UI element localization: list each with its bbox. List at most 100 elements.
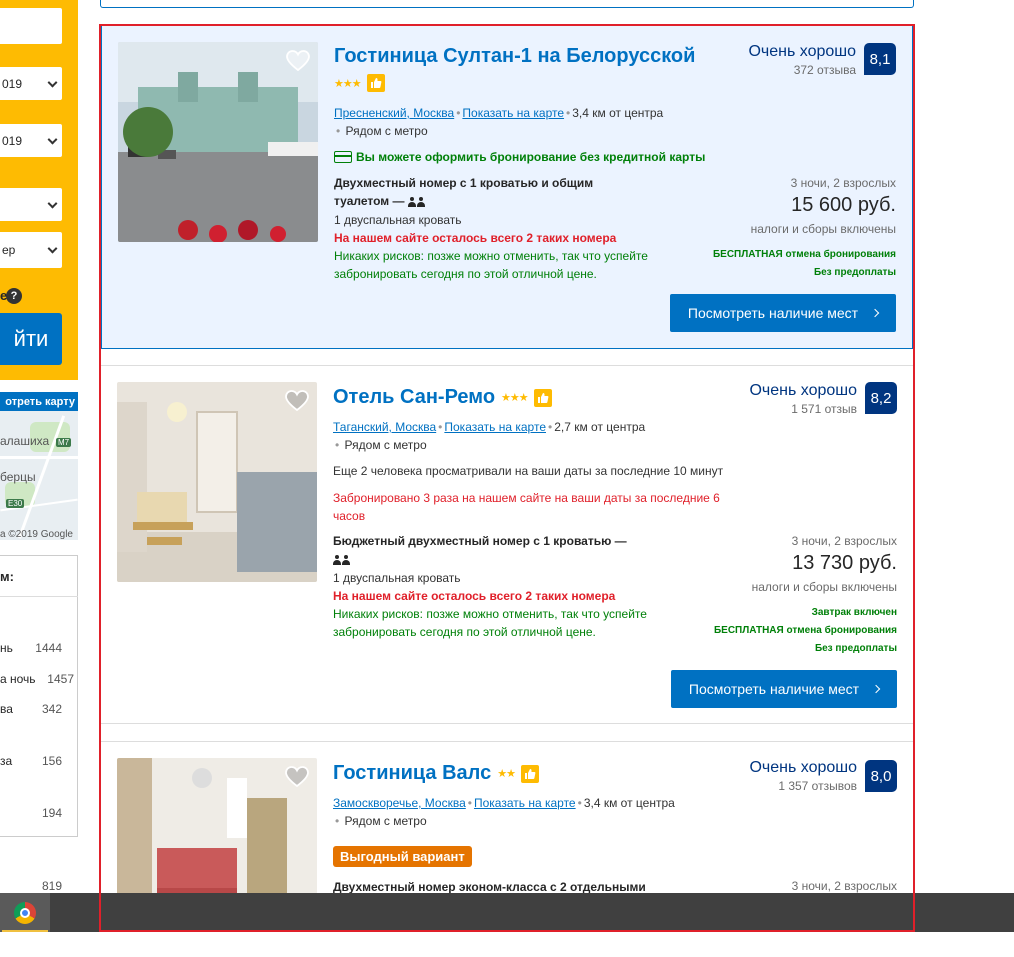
filter-option[interactable]: ва 342 <box>0 702 66 716</box>
show-map-button[interactable]: отреть карту <box>0 392 78 411</box>
taskbar <box>0 893 1014 932</box>
sidebar: 019 019 ер е ? йти отреть карту алашиха … <box>0 0 78 893</box>
checkout-date-value: 019 <box>2 133 23 148</box>
hotel-photo[interactable] <box>117 382 317 582</box>
hotel-title-row: Гостиница Султан-1 на Белорусской <box>334 45 695 68</box>
destination-input[interactable] <box>0 8 62 44</box>
perk-free-cancellation: БЕСПЛАТНАЯ отмена бронирования <box>713 625 897 636</box>
no-risk-message: Никаких рисков: позже можно отменить, та… <box>334 249 648 281</box>
heart-icon[interactable] <box>285 766 309 788</box>
guests-select[interactable]: ер <box>0 232 62 268</box>
hotel-card[interactable]: Гостиница Султан-1 на Белорусской ★★★ Пр… <box>101 25 913 349</box>
room-name-text: Двухместный номер с 1 кроватью и общим <box>334 176 594 190</box>
stay-length: 3 ночи, 2 взрослых <box>790 176 896 190</box>
separator-dot: • <box>336 124 341 138</box>
chrome-taskbar-button[interactable] <box>0 893 50 932</box>
see-availability-label: Посмотреть наличие мест <box>687 305 859 321</box>
map-widget[interactable]: отреть карту алашиха M7 берцы E30 а ©201… <box>0 392 78 540</box>
chrome-icon <box>14 901 36 924</box>
map-road-badge: M7 <box>56 438 72 447</box>
heart-icon[interactable] <box>285 390 309 412</box>
show-on-map-link[interactable]: Показать на карте <box>474 796 576 810</box>
scarcity-message: На нашем сайте осталось всего 2 таких но… <box>334 231 617 245</box>
no-credit-card-note: Вы можете оформить бронирование без кред… <box>334 150 705 164</box>
review-score-badge[interactable]: 8,2 <box>865 382 897 414</box>
filter-option[interactable]: за 156 <box>0 754 66 768</box>
room-name: Бюджетный двухместный номер с 1 кроватью… <box>333 532 643 568</box>
divider <box>0 596 78 597</box>
show-on-map-link[interactable]: Показать на карте <box>462 106 564 120</box>
hotel-name-link[interactable]: Гостиница Султан-1 на Белорусской <box>334 45 695 68</box>
sort-bar <box>100 0 914 8</box>
district-link[interactable]: Таганский, Москва <box>333 420 436 434</box>
see-availability-label: Посмотреть наличие мест <box>688 681 860 697</box>
occupancy-icon <box>333 554 350 565</box>
question-icon[interactable]: ? <box>6 288 22 304</box>
filter-option-count: 1457 <box>47 672 74 686</box>
star-rating-icon: ★★★ <box>501 392 529 404</box>
search-button[interactable]: йти <box>0 313 62 365</box>
heart-icon[interactable] <box>286 50 310 72</box>
location-row: Таганский, Москва • Показать на карте • 2,7 … <box>333 420 645 434</box>
distance-text: 3,4 км от центра <box>583 796 675 810</box>
chevron-down-icon <box>47 134 58 145</box>
review-score-word[interactable]: Очень хорошо <box>749 382 857 400</box>
hotel-photo[interactable] <box>118 42 318 242</box>
perk-no-prepayment: Без предоплаты <box>813 267 896 278</box>
perk-no-prepayment: Без предоплаты <box>814 643 897 654</box>
metro-row: • Рядом с метро <box>333 438 427 452</box>
taxes-note: налоги и сборы включены <box>750 222 896 236</box>
show-on-map-link[interactable]: Показать на карте <box>444 420 546 434</box>
map-copyright: а ©2019 Google <box>0 529 73 540</box>
district-link[interactable]: Замоскворечье, Москва <box>333 796 466 810</box>
location-row: Пресненский, Москва • Показать на карте • 3,… <box>334 106 663 120</box>
taxes-note: налоги и сборы включены <box>751 580 897 594</box>
thumbs-up-icon[interactable] <box>533 388 552 407</box>
review-score-badge[interactable]: 8,0 <box>865 760 897 792</box>
chevron-right-icon <box>870 308 880 318</box>
filter-option-label: ва <box>0 702 13 716</box>
credit-card-icon <box>334 151 352 163</box>
filter-box: м: нь 1444 а ночь 1457 ва 342 за 156 194 <box>0 555 78 837</box>
district-link[interactable]: Пресненский, Москва <box>334 106 454 120</box>
review-score-word[interactable]: Очень хорошо <box>748 43 856 61</box>
price: 15 600 руб. <box>791 194 896 216</box>
distance-text: 3,4 км от центра <box>572 106 664 120</box>
hotel-name-link[interactable]: Отель Сан-Ремо <box>333 386 495 409</box>
checkin-date-select[interactable]: 019 <box>0 67 62 100</box>
review-score-word[interactable]: Очень хорошо <box>749 759 857 777</box>
guests-value: ер <box>2 243 16 257</box>
metro-text: Рядом с метро <box>344 814 427 828</box>
checkout-date-select[interactable]: 019 <box>0 124 62 157</box>
hotel-name-link[interactable]: Гостиница Валс <box>333 762 491 785</box>
active-indicator <box>2 930 48 932</box>
chevron-down-icon <box>47 198 58 209</box>
bed-type: 1 двуспальная кровать <box>334 213 462 227</box>
separator-dot: • <box>335 814 340 828</box>
see-availability-button[interactable]: Посмотреть наличие мест <box>671 670 897 708</box>
thumbs-up-icon[interactable] <box>366 74 385 92</box>
filter-option-count: 194 <box>41 806 62 820</box>
thumbs-up-icon[interactable] <box>520 764 539 783</box>
separator-dot: • <box>456 106 461 120</box>
metro-text: Рядом с метро <box>345 124 428 138</box>
see-availability-button[interactable]: Посмотреть наличие мест <box>670 294 896 332</box>
bed-type: 1 двуспальная кровать <box>333 571 461 585</box>
recent-viewers: Еще 2 человека просматривали на ваши дат… <box>333 464 724 478</box>
nights-select[interactable] <box>0 188 62 221</box>
separator-dot: • <box>577 796 582 810</box>
filter-option[interactable]: а ночь 1457 <box>0 672 74 686</box>
map-road <box>0 456 78 459</box>
review-score-badge[interactable]: 8,1 <box>864 43 896 75</box>
no-credit-card-text: Вы можете оформить бронирование без кред… <box>356 150 706 164</box>
star-rating-icon: ★★★ <box>334 77 362 90</box>
scarcity-message: На нашем сайте осталось всего 2 таких но… <box>333 589 616 603</box>
room-name-text-2: туалетом <box>334 194 390 208</box>
hotel-card[interactable]: Отель Сан-Ремо ★★★ Таганский, Москва • Пок… <box>101 365 913 724</box>
distance-text: 2,7 км от центра <box>554 420 646 434</box>
filter-option-count: 819 <box>41 879 62 893</box>
stay-length: 3 ночи, 2 взрослых <box>791 534 897 548</box>
filter-option-count: 1444 <box>35 641 62 655</box>
filter-option[interactable]: нь 1444 <box>0 641 66 655</box>
review-count: 372 отзыва <box>793 63 856 77</box>
